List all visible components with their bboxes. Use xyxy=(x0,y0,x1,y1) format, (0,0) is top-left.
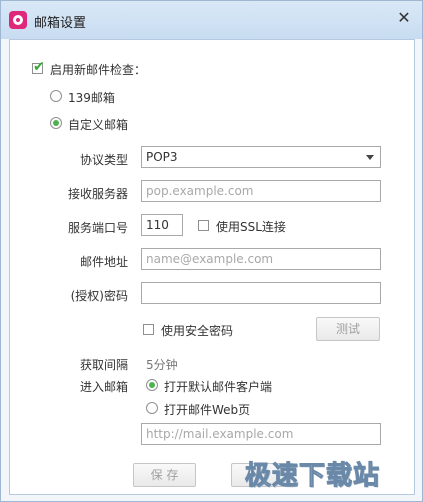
interval-label: 获取间隔 xyxy=(79,358,128,372)
protocol-select[interactable]: POP3 xyxy=(141,146,381,168)
settings-panel: ✔ 启用新邮件检查： 139邮箱 自定义邮箱 协议类型 POP3 接收服务器 服… xyxy=(9,39,415,495)
enter-mailbox-label: 进入邮箱 xyxy=(79,380,128,394)
protocol-value: POP3 xyxy=(146,150,178,164)
app-logo-icon xyxy=(9,11,27,29)
radio-139-mail-label: 139邮箱 xyxy=(68,91,115,105)
password-input[interactable] xyxy=(141,282,381,304)
radio-web-page-label: 打开邮件Web页 xyxy=(164,403,251,417)
title-bar: 邮箱设置 ✕ xyxy=(1,1,422,39)
test-button[interactable]: 测试 xyxy=(316,317,380,341)
window-title: 邮箱设置 xyxy=(34,16,87,31)
radio-web-page[interactable] xyxy=(146,402,158,414)
radio-custom-mail[interactable] xyxy=(50,117,62,129)
server-input[interactable] xyxy=(141,180,381,202)
protocol-label: 协议类型 xyxy=(79,153,128,167)
radio-139-mail[interactable] xyxy=(50,90,62,102)
password-label: (授权)密码 xyxy=(70,289,128,303)
radio-custom-mail-label: 自定义邮箱 xyxy=(68,118,129,132)
dropdown-arrow-icon xyxy=(366,155,374,160)
enable-check-checkbox[interactable]: ✔ xyxy=(32,59,45,75)
radio-default-client-label: 打开默认邮件客户端 xyxy=(164,380,273,394)
secure-password-checkbox[interactable] xyxy=(143,324,154,335)
check-mark-icon: ✔ xyxy=(33,59,45,75)
email-label: 邮件地址 xyxy=(79,255,128,269)
site-watermark: 极速下载站 xyxy=(244,461,381,492)
server-label: 接收服务器 xyxy=(67,187,128,201)
close-button[interactable]: ✕ xyxy=(393,8,415,30)
email-input[interactable] xyxy=(141,248,381,270)
port-input[interactable] xyxy=(141,214,183,236)
radio-default-client[interactable] xyxy=(146,379,158,391)
save-button[interactable]: 保 存 xyxy=(133,463,196,487)
web-url-input[interactable] xyxy=(141,423,381,445)
port-label: 服务端口号 xyxy=(67,221,128,235)
ssl-label: 使用SSL连接 xyxy=(216,220,286,234)
ssl-checkbox[interactable] xyxy=(198,220,209,231)
mail-settings-window: 邮箱设置 ✕ ✔ 启用新邮件检查： 139邮箱 自定义邮箱 协议类型 POP3 … xyxy=(0,0,423,502)
secure-password-label: 使用安全密码 xyxy=(161,324,234,338)
interval-value: 5分钟 xyxy=(146,358,178,372)
enable-check-label: 启用新邮件检查： xyxy=(50,63,147,77)
